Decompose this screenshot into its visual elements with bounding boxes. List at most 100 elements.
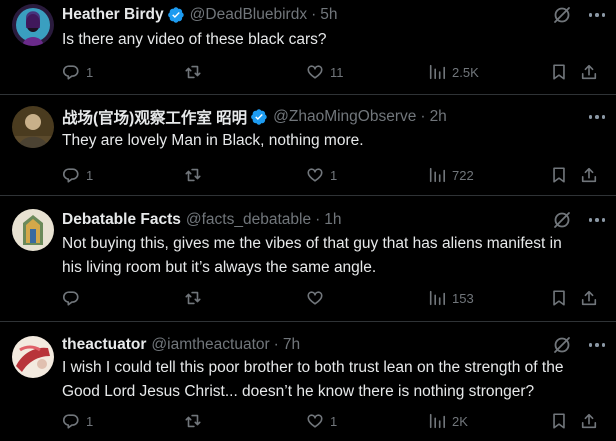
separator-dot: ·	[311, 6, 317, 23]
views-icon	[429, 290, 446, 306]
tweet[interactable]: 战场(官场)观察工作室 昭明 @ZhaoMingObserve · 2h The…	[0, 96, 616, 196]
more-icon[interactable]	[586, 5, 608, 25]
tweet-text-line: Not buying this, gives me the vibes of t…	[62, 235, 562, 252]
tweet-text: I wish I could tell this poor brother to…	[62, 356, 606, 404]
view-count: 2K	[452, 413, 468, 429]
like-button[interactable]: 11	[306, 60, 344, 84]
bookmark-button[interactable]	[550, 409, 568, 433]
reply-button[interactable]: 1	[62, 60, 93, 84]
retweet-button[interactable]	[184, 409, 208, 433]
user-handle[interactable]: @ZhaoMingObserve	[273, 108, 416, 126]
share-button[interactable]	[580, 409, 598, 433]
reply-icon	[62, 168, 79, 183]
like-count: 1	[330, 413, 338, 429]
heart-icon	[307, 414, 323, 428]
heart-icon	[307, 65, 323, 79]
user-handle[interactable]: @DeadBluebirdx	[190, 6, 307, 24]
bookmark-button[interactable]	[550, 60, 568, 84]
views-button[interactable]: 722	[428, 163, 474, 187]
like-button[interactable]	[306, 286, 330, 310]
tweet[interactable]: Heather Birdy @DeadBluebirdx · 5h Is the…	[0, 0, 616, 95]
tweet[interactable]: theactuator @iamtheactuator · 7h I wish …	[0, 323, 616, 441]
reply-button[interactable]: 1	[62, 163, 93, 187]
retweet-button[interactable]	[184, 286, 208, 310]
action-bar: 1 1 2K	[62, 409, 608, 433]
more-icon[interactable]	[586, 107, 608, 127]
action-bar: 1 1 722	[62, 163, 608, 187]
reply-button[interactable]: 1	[62, 409, 93, 433]
retweet-button[interactable]	[184, 60, 208, 84]
view-count: 722	[452, 167, 474, 183]
timestamp[interactable]: 1h	[324, 211, 341, 229]
reply-count: 1	[86, 64, 94, 80]
display-name[interactable]: Heather Birdy	[62, 6, 164, 24]
tweet[interactable]: Debatable Facts @facts_debatable · 1h No…	[0, 197, 616, 322]
views-button[interactable]: 153	[428, 286, 474, 310]
reply-icon	[62, 65, 79, 80]
tweet-header: Heather Birdy @DeadBluebirdx · 5h	[62, 4, 536, 26]
bookmark-icon	[553, 413, 565, 429]
user-handle[interactable]: @iamtheactuator	[151, 336, 269, 354]
tweet-text-line: Good Lord Jesus Christ... doesn’t he kno…	[62, 383, 535, 400]
action-bar: 153	[62, 286, 608, 310]
bookmark-icon	[553, 167, 565, 183]
grok-icon[interactable]	[552, 210, 572, 230]
share-button[interactable]	[580, 163, 598, 187]
avatar[interactable]	[12, 209, 54, 251]
avatar[interactable]	[12, 4, 54, 46]
timestamp[interactable]: 2h	[430, 108, 447, 126]
bookmark-icon	[553, 64, 565, 80]
more-icon[interactable]	[586, 210, 608, 230]
tweet-text: Not buying this, gives me the vibes of t…	[62, 232, 606, 280]
tweet-text: They are lovely Man in Black, nothing mo…	[62, 129, 606, 153]
timestamp[interactable]: 7h	[283, 336, 300, 354]
bookmark-button[interactable]	[550, 286, 568, 310]
separator-dot: ·	[273, 336, 279, 353]
heart-icon	[307, 291, 323, 305]
views-button[interactable]: 2.5K	[428, 60, 479, 84]
reply-count: 1	[86, 413, 94, 429]
share-button[interactable]	[580, 60, 598, 84]
grok-icon[interactable]	[552, 335, 572, 355]
share-icon	[581, 64, 597, 80]
timestamp[interactable]: 5h	[320, 6, 337, 24]
reply-feed: Heather Birdy @DeadBluebirdx · 5h Is the…	[0, 0, 616, 441]
user-handle[interactable]: @facts_debatable	[186, 211, 311, 229]
avatar[interactable]	[12, 336, 54, 378]
retweet-button[interactable]	[184, 163, 208, 187]
like-button[interactable]: 1	[306, 409, 337, 433]
more-icon[interactable]	[586, 335, 608, 355]
share-icon	[581, 413, 597, 429]
avatar[interactable]	[12, 106, 54, 148]
reply-count: 1	[86, 167, 94, 183]
grok-icon[interactable]	[552, 5, 572, 25]
tweet-header: 战场(官场)观察工作室 昭明 @ZhaoMingObserve · 2h	[62, 106, 536, 128]
like-count: 1	[330, 167, 338, 183]
tweet-header: theactuator @iamtheactuator · 7h	[62, 334, 536, 356]
display-name[interactable]: Debatable Facts	[62, 211, 181, 229]
retweet-icon	[185, 168, 201, 182]
share-icon	[581, 167, 597, 183]
reply-icon	[62, 291, 79, 306]
tweet-text-line: They are lovely Man in Black, nothing mo…	[62, 132, 364, 149]
display-name[interactable]: 战场(官场)观察工作室 昭明	[62, 106, 247, 128]
display-name[interactable]: theactuator	[62, 336, 146, 354]
retweet-icon	[185, 291, 201, 305]
tweet-text-line: Is there any video of these black cars?	[62, 31, 327, 48]
reply-icon	[62, 414, 79, 429]
bookmark-icon	[553, 290, 565, 306]
verified-badge-icon	[167, 6, 185, 24]
separator-dot: ·	[315, 211, 321, 228]
share-button[interactable]	[580, 286, 598, 310]
view-count: 153	[452, 290, 474, 306]
like-count: 11	[330, 64, 344, 80]
bookmark-button[interactable]	[550, 163, 568, 187]
reply-button[interactable]	[62, 286, 86, 310]
like-button[interactable]: 1	[306, 163, 337, 187]
tweet-text: Is there any video of these black cars?	[62, 28, 606, 52]
views-button[interactable]: 2K	[428, 409, 468, 433]
views-icon	[429, 413, 446, 429]
tweet-header: Debatable Facts @facts_debatable · 1h	[62, 209, 536, 231]
retweet-icon	[185, 65, 201, 79]
views-icon	[429, 167, 446, 183]
